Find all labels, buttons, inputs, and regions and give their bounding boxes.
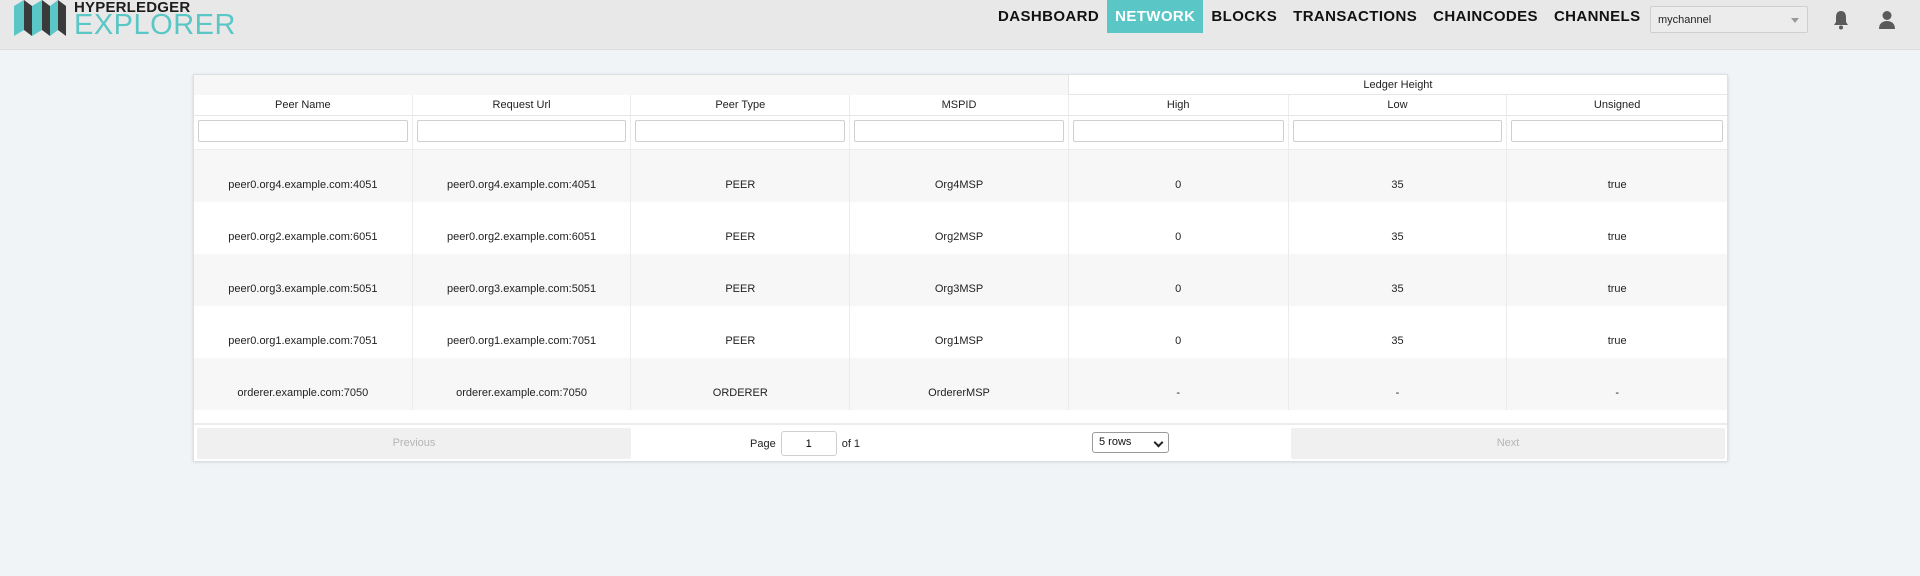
nav-dashboard[interactable]: DASHBOARD bbox=[990, 0, 1107, 33]
cell-low: 35 bbox=[1289, 150, 1508, 202]
column-header-high[interactable]: High bbox=[1069, 95, 1289, 116]
cell-request-url: peer0.org2.example.com:6051 bbox=[413, 202, 632, 254]
cell-unsigned: - bbox=[1615, 387, 1619, 399]
cell-mspid: OrdererMSP bbox=[850, 358, 1069, 410]
channel-select[interactable]: mychannel bbox=[1650, 6, 1808, 33]
filter-cell bbox=[1289, 116, 1508, 150]
cell-peer-name: peer0.org1.example.com:7051 bbox=[194, 306, 413, 358]
column-header-unsigned[interactable]: Unsigned bbox=[1507, 95, 1727, 116]
cell-low: 35 bbox=[1289, 306, 1508, 358]
nav-channels[interactable]: CHANNELS bbox=[1546, 0, 1649, 33]
column-header-mspid[interactable]: MSPID bbox=[850, 95, 1069, 116]
filter-cell bbox=[1507, 116, 1727, 150]
previous-button[interactable]: Previous bbox=[197, 428, 631, 459]
cell-request-url: peer0.org1.example.com:7051 bbox=[413, 306, 632, 358]
chevron-down-icon bbox=[1791, 18, 1799, 23]
logo-title-bottom: EXPLORER bbox=[74, 9, 236, 41]
cell-unsigned: true bbox=[1607, 335, 1627, 347]
group-header-row: Ledger Height bbox=[194, 75, 1727, 95]
cell-request-url: peer0.org3.example.com:5051 bbox=[413, 254, 632, 306]
filter-request-url-input[interactable] bbox=[416, 120, 627, 142]
filter-row bbox=[194, 116, 1727, 150]
cell-low: 35 bbox=[1289, 202, 1508, 254]
page-number-input[interactable] bbox=[780, 431, 837, 456]
main-nav: DASHBOARD NETWORK BLOCKS TRANSACTIONS CH… bbox=[990, 0, 1649, 33]
nav-chaincodes[interactable]: CHAINCODES bbox=[1425, 0, 1546, 33]
cell-peer-name: peer0.org3.example.com:5051 bbox=[194, 254, 413, 306]
column-header-request-url[interactable]: Request Url bbox=[413, 95, 632, 116]
filter-high-input[interactable] bbox=[1072, 120, 1284, 142]
channel-select-value: mychannel bbox=[1658, 13, 1712, 26]
cell-peer-type: ORDERER bbox=[631, 358, 851, 410]
rows-per-page-value: 5 rows bbox=[1099, 436, 1132, 448]
page-total-label: of 1 bbox=[841, 437, 861, 450]
filter-peer-name-input[interactable] bbox=[198, 120, 408, 142]
cell-request-url: orderer.example.com:7050 bbox=[413, 358, 632, 410]
logo-icon bbox=[14, 0, 66, 36]
filter-cell bbox=[1069, 116, 1289, 150]
filter-cell bbox=[850, 116, 1069, 150]
table-row[interactable]: peer0.org2.example.com:6051 peer0.org2.e… bbox=[194, 202, 1727, 254]
next-button[interactable]: Next bbox=[1291, 428, 1725, 459]
logo[interactable]: HYPERLEDGER EXPLORER bbox=[14, 0, 244, 40]
column-header-peer-name[interactable]: Peer Name bbox=[194, 95, 413, 116]
cell-request-url: peer0.org4.example.com:4051 bbox=[413, 150, 632, 202]
group-header-blank bbox=[194, 75, 1069, 95]
peers-table: Ledger Height Peer Name Request Url Peer… bbox=[193, 74, 1728, 461]
cell-high: 0 bbox=[1069, 306, 1289, 358]
logo-text: HYPERLEDGER EXPLORER bbox=[74, 0, 244, 40]
cell-peer-name: orderer.example.com:7050 bbox=[194, 358, 413, 410]
bell-icon[interactable] bbox=[1829, 8, 1853, 32]
cell-peer-type: PEER bbox=[631, 202, 851, 254]
cell-unsigned: true bbox=[1607, 179, 1627, 191]
cell-peer-type: PEER bbox=[631, 254, 851, 306]
cell-mspid: Org3MSP bbox=[850, 254, 1069, 306]
cell-high: 0 bbox=[1069, 202, 1289, 254]
page-label: Page bbox=[750, 437, 776, 450]
pagination-bar: Previous Page of 1 5 rows Next bbox=[194, 423, 1727, 461]
column-header-row: Peer Name Request Url Peer Type MSPID Hi… bbox=[194, 95, 1727, 116]
cell-peer-type: PEER bbox=[631, 150, 851, 202]
filter-cell bbox=[631, 116, 851, 150]
cell-unsigned: true bbox=[1607, 283, 1627, 295]
filter-low-input[interactable] bbox=[1292, 120, 1503, 142]
cell-peer-name: peer0.org2.example.com:6051 bbox=[194, 202, 413, 254]
chevron-down-icon bbox=[1153, 437, 1164, 448]
cell-mspid: Org1MSP bbox=[850, 306, 1069, 358]
cell-low: 35 bbox=[1289, 254, 1508, 306]
filter-mspid-input[interactable] bbox=[854, 120, 1064, 142]
table-row[interactable]: peer0.org3.example.com:5051 peer0.org3.e… bbox=[194, 254, 1727, 306]
cell-high: 0 bbox=[1069, 150, 1289, 202]
cell-peer-type: PEER bbox=[631, 306, 851, 358]
table-body: peer0.org4.example.com:4051 peer0.org4.e… bbox=[194, 150, 1727, 426]
rows-per-page-select[interactable]: 5 rows bbox=[1092, 432, 1169, 453]
filter-cell bbox=[194, 116, 413, 150]
cell-high: 0 bbox=[1069, 254, 1289, 306]
user-icon[interactable] bbox=[1875, 8, 1899, 32]
app-header: HYPERLEDGER EXPLORER DASHBOARD NETWORK B… bbox=[0, 0, 1920, 50]
column-header-low[interactable]: Low bbox=[1289, 95, 1508, 116]
filter-unsigned-input[interactable] bbox=[1511, 120, 1724, 142]
cell-mspid: Org4MSP bbox=[850, 150, 1069, 202]
cell-unsigned: true bbox=[1607, 231, 1627, 243]
cell-low: - bbox=[1289, 358, 1508, 410]
table-row[interactable]: orderer.example.com:7050 orderer.example… bbox=[194, 358, 1727, 410]
column-header-peer-type[interactable]: Peer Type bbox=[631, 95, 851, 116]
nav-blocks[interactable]: BLOCKS bbox=[1203, 0, 1285, 33]
nav-network[interactable]: NETWORK bbox=[1107, 0, 1204, 33]
cell-high: - bbox=[1069, 358, 1289, 410]
nav-transactions[interactable]: TRANSACTIONS bbox=[1285, 0, 1425, 33]
page-info: Page of 1 bbox=[750, 428, 860, 459]
filter-peer-type-input[interactable] bbox=[635, 120, 846, 142]
cell-mspid: Org2MSP bbox=[850, 202, 1069, 254]
table-row[interactable]: peer0.org1.example.com:7051 peer0.org1.e… bbox=[194, 306, 1727, 358]
table-row[interactable]: peer0.org4.example.com:4051 peer0.org4.e… bbox=[194, 150, 1727, 202]
filter-cell bbox=[413, 116, 632, 150]
cell-peer-name: peer0.org4.example.com:4051 bbox=[194, 150, 413, 202]
group-header-ledger-height: Ledger Height bbox=[1363, 79, 1433, 91]
